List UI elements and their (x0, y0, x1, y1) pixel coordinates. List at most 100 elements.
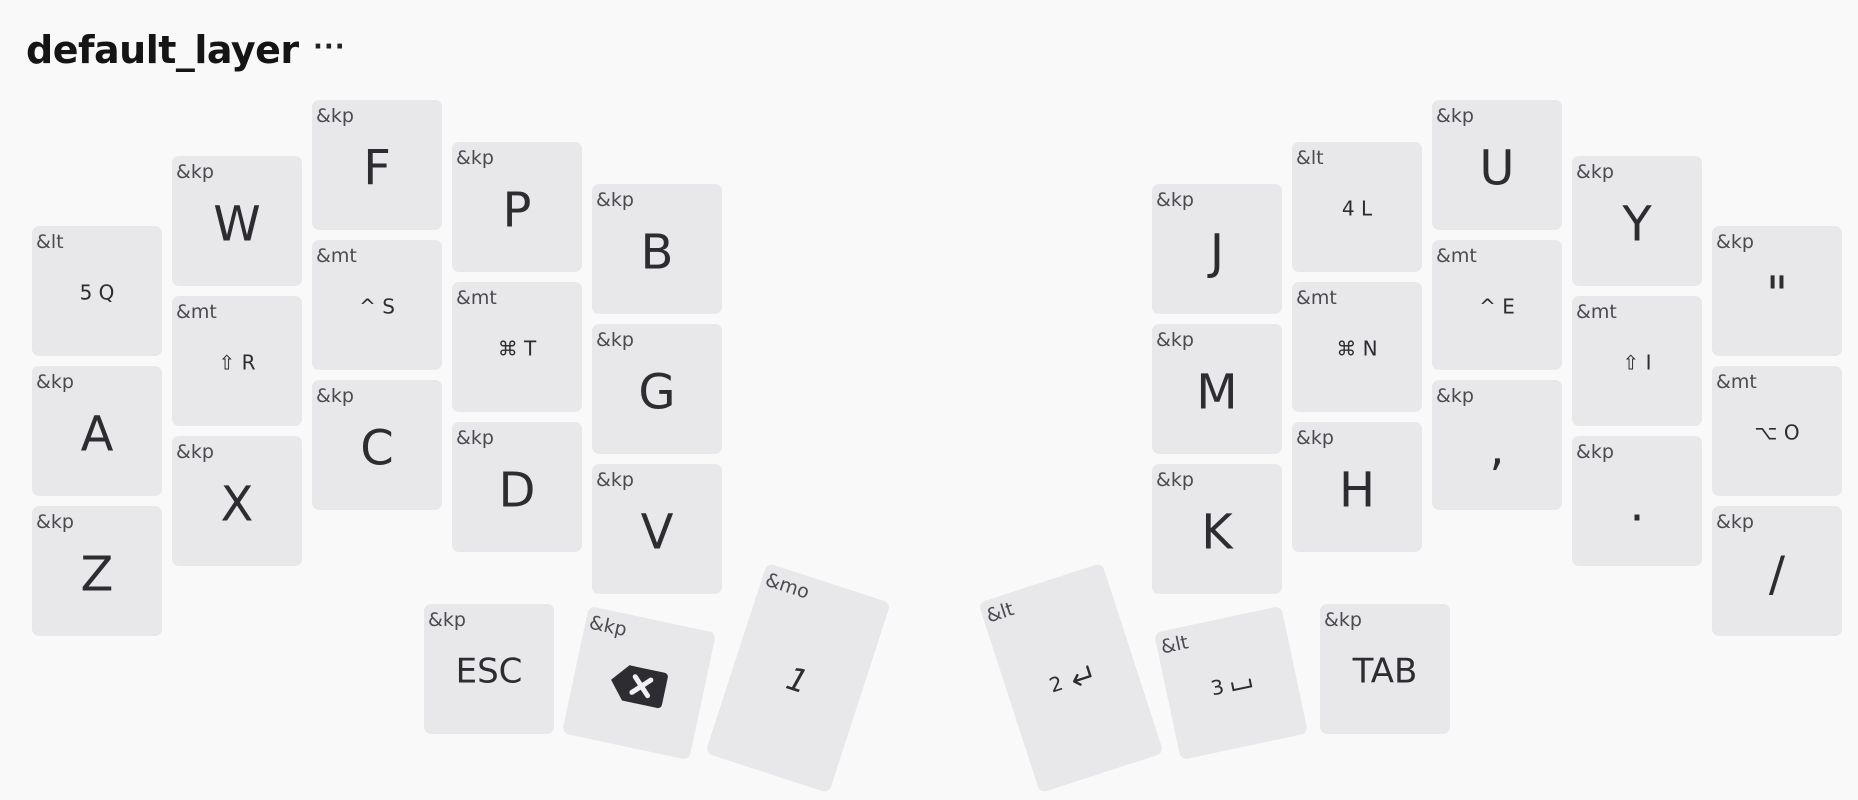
key-legend: F (363, 140, 391, 197)
key-r[interactable]: &mt ⇧ R (172, 296, 302, 426)
key-c[interactable]: &kp C (312, 380, 442, 510)
key-binding: &mt (1716, 371, 1757, 393)
key-p[interactable]: &kp P (452, 142, 582, 272)
key-n[interactable]: &mt ⌘ N (1292, 282, 1422, 412)
key-legend: X (220, 476, 254, 533)
key-backspace[interactable]: &kp (561, 605, 717, 761)
key-legend: TAB (1352, 651, 1418, 692)
key-s[interactable]: &mt ^ S (312, 240, 442, 370)
key-binding: &kp (1156, 189, 1194, 211)
key-legend: U (1479, 140, 1515, 197)
key-binding: &kp (596, 469, 634, 491)
key-legend: P (502, 182, 532, 239)
key-legend: ^ S (359, 294, 395, 319)
key-legend: . (1629, 476, 1645, 533)
key-slash[interactable]: &kp / (1712, 506, 1842, 636)
key-binding: &kp (1716, 231, 1754, 253)
key-binding: &kp (176, 441, 214, 463)
layer-title: default_layer (26, 28, 299, 72)
key-a[interactable]: &kp A (32, 366, 162, 496)
key-binding: &mt (316, 245, 357, 267)
key-binding: &kp (456, 427, 494, 449)
key-binding: &kp (1156, 329, 1194, 351)
key-j[interactable]: &kp J (1152, 184, 1282, 314)
key-binding: &mt (1296, 287, 1337, 309)
key-comma[interactable]: &kp , (1432, 380, 1562, 510)
key-binding: &mt (176, 301, 217, 323)
key-legend: K (1201, 504, 1233, 561)
key-binding: &lt (36, 231, 64, 253)
key-legend: ⇧ I (1622, 350, 1652, 375)
key-legend-text: 3 (1208, 674, 1227, 701)
key-legend: ⌘ T (497, 336, 537, 361)
key-d[interactable]: &kp D (452, 422, 582, 552)
key-binding: &kp (36, 371, 74, 393)
key-legend: ⌘ N (1336, 336, 1378, 361)
key-legend: ESC (455, 651, 523, 692)
key-legend: ⇧ R (218, 350, 256, 375)
key-space[interactable]: &lt 3 (1153, 605, 1309, 761)
key-e[interactable]: &mt ^ E (1432, 240, 1562, 370)
key-w[interactable]: &kp W (172, 156, 302, 286)
key-legend (570, 651, 706, 721)
key-return[interactable]: &lt 2 (978, 562, 1164, 794)
return-icon (1072, 665, 1091, 686)
key-period[interactable]: &kp . (1572, 436, 1702, 566)
key-legend: 5 Q (79, 280, 115, 305)
key-i[interactable]: &mt ⇧ I (1572, 296, 1702, 426)
key-binding: &kp (596, 189, 634, 211)
key-esc[interactable]: &kp ESC (424, 604, 554, 734)
key-t[interactable]: &mt ⌘ T (452, 282, 582, 412)
key-legend: W (213, 196, 261, 253)
key-binding: &lt (983, 597, 1017, 628)
key-binding: &kp (587, 611, 629, 642)
key-legend: " (1765, 266, 1789, 323)
key-legend: 4 L (1341, 196, 1373, 221)
key-legend: A (80, 406, 114, 463)
key-legend: J (1209, 224, 1225, 281)
key-v[interactable]: &kp V (592, 464, 722, 594)
key-binding: &mt (456, 287, 497, 309)
layer-menu-button[interactable]: ··· (313, 32, 346, 62)
key-legend: Z (80, 546, 114, 603)
key-legend: , (1489, 420, 1505, 477)
key-binding: &kp (316, 105, 354, 127)
key-binding: &kp (1576, 161, 1614, 183)
space-icon (1230, 678, 1252, 691)
key-binding: &kp (36, 511, 74, 533)
key-g[interactable]: &kp G (592, 324, 722, 454)
key-legend: H (1338, 462, 1376, 519)
key-x[interactable]: &kp X (172, 436, 302, 566)
key-y[interactable]: &kp Y (1572, 156, 1702, 286)
key-binding: &kp (456, 147, 494, 169)
key-l[interactable]: &lt 4 L (1292, 142, 1422, 272)
key-binding: &kp (428, 609, 466, 631)
key-binding: &lt (1296, 147, 1324, 169)
key-binding: &kp (1436, 385, 1474, 407)
key-b[interactable]: &kp B (592, 184, 722, 314)
key-legend: M (1196, 364, 1238, 421)
key-legend: V (640, 504, 674, 561)
key-z[interactable]: &kp Z (32, 506, 162, 636)
key-k[interactable]: &kp K (1152, 464, 1282, 594)
key-legend: ^ E (1479, 294, 1515, 319)
key-binding: &kp (1324, 609, 1362, 631)
key-legend: G (638, 364, 676, 421)
key-binding: &kp (176, 161, 214, 183)
key-mo-1[interactable]: &mo 1 (705, 562, 891, 794)
key-legend-text: 2 (1046, 670, 1066, 698)
key-legend: D (498, 462, 536, 519)
key-legend: / (1768, 546, 1786, 603)
key-q[interactable]: &lt 5 Q (32, 226, 162, 356)
key-h[interactable]: &kp H (1292, 422, 1422, 552)
key-legend: Y (1622, 196, 1652, 253)
key-o[interactable]: &mt ⌥ O (1712, 366, 1842, 496)
key-quote[interactable]: &kp " (1712, 226, 1842, 356)
key-tab[interactable]: &kp TAB (1320, 604, 1450, 734)
key-m[interactable]: &kp M (1152, 324, 1282, 454)
key-u[interactable]: &kp U (1432, 100, 1562, 230)
key-f[interactable]: &kp F (312, 100, 442, 230)
key-binding: &kp (1296, 427, 1334, 449)
key-binding: &kp (1436, 105, 1474, 127)
key-binding: &kp (1576, 441, 1614, 463)
